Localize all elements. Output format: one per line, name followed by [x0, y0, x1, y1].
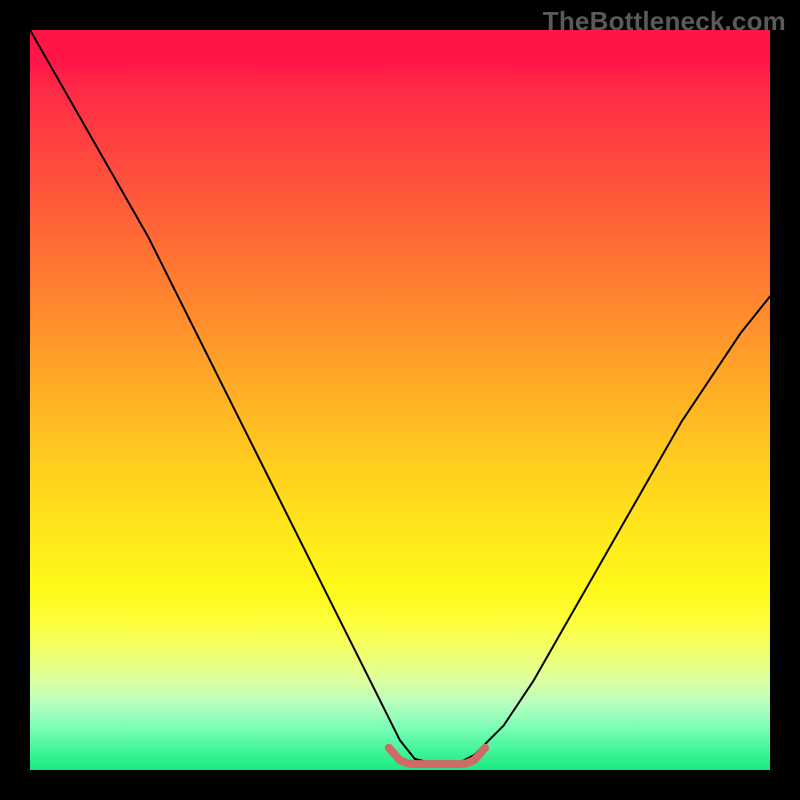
bottleneck-curve [30, 30, 770, 763]
watermark-text: TheBottleneck.com [543, 6, 786, 37]
chart-frame: TheBottleneck.com [0, 0, 800, 800]
curve-layer [30, 30, 770, 770]
plot-area [30, 30, 770, 770]
